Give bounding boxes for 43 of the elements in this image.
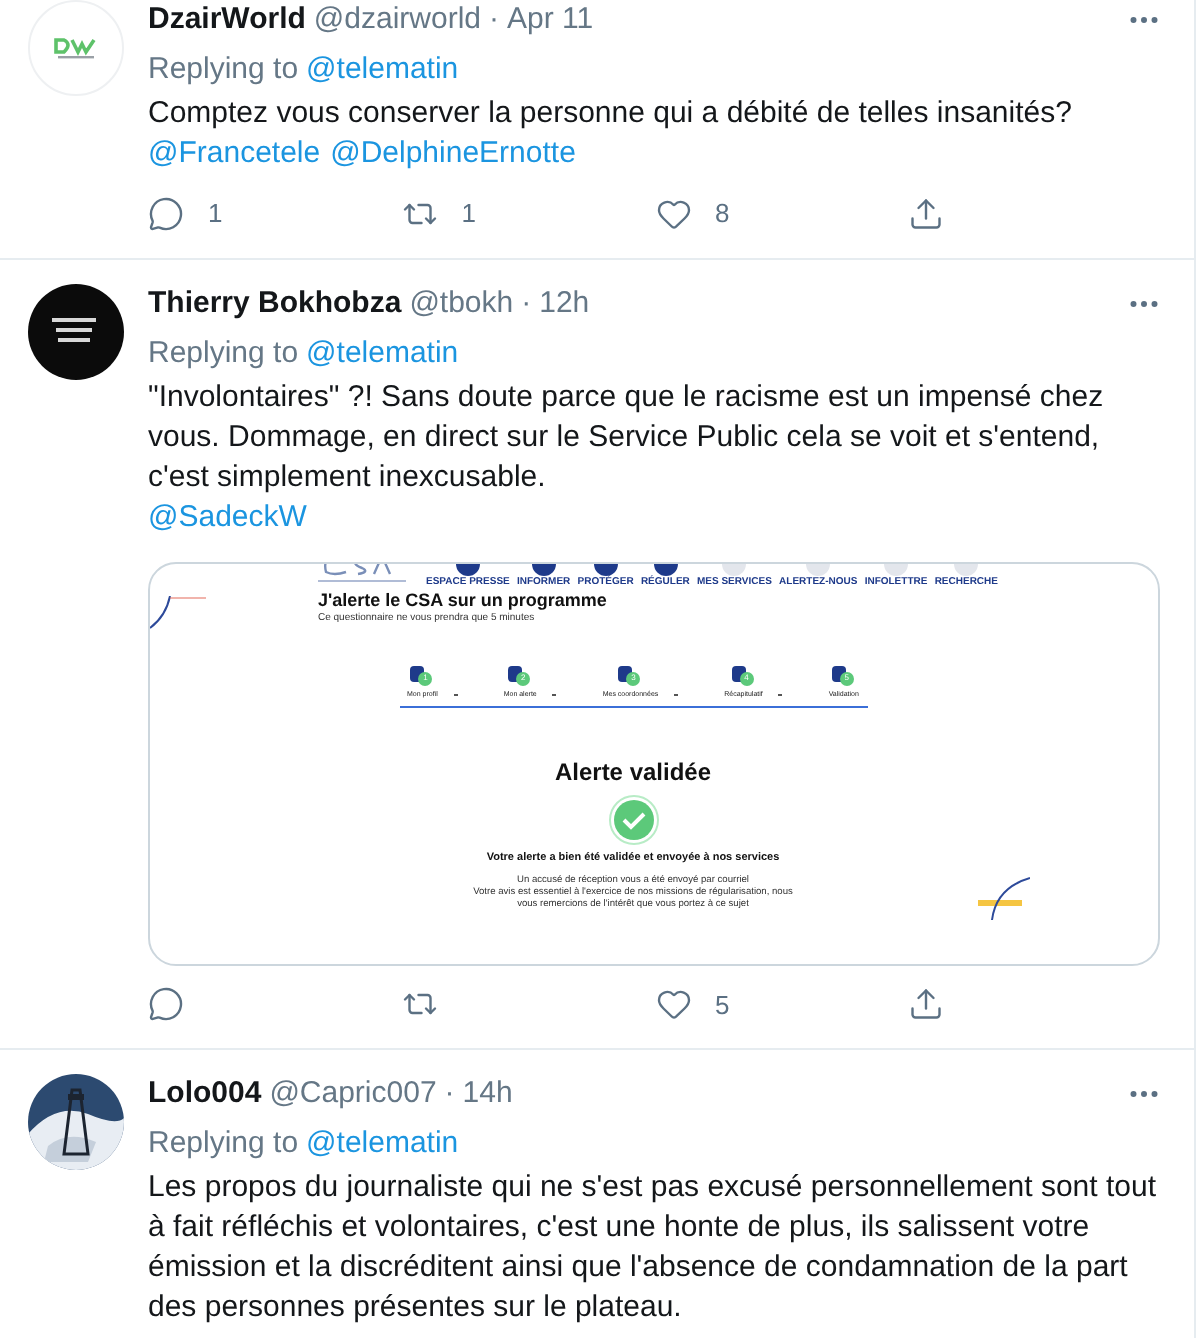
tweet-time[interactable]: Apr 11 [507, 0, 594, 40]
checkmark-icon [607, 793, 659, 845]
share-icon[interactable] [908, 195, 945, 232]
mention-link[interactable]: @telematin [306, 333, 459, 373]
share-icon[interactable] [908, 986, 945, 1023]
like-icon[interactable] [655, 195, 691, 232]
author-name[interactable]: Thierry Bokhobza [148, 283, 402, 323]
arc-decoration-icon [150, 595, 206, 631]
replying-label: Replying to [148, 1124, 299, 1164]
mention-link[interactable]: @SadeckW [148, 497, 307, 537]
action-count: 5 [715, 987, 730, 1023]
tweet-time[interactable]: 12h [539, 283, 590, 323]
author-handle[interactable]: @Capric007 [269, 1074, 437, 1114]
separator-dot: · [521, 283, 532, 323]
replying-label: Replying to [148, 50, 299, 90]
mention-link[interactable]: @telematin [306, 1124, 459, 1164]
confirmation-heading: Alerte validée [554, 757, 712, 785]
tweet-text: Comptez vous conserver la personne qui a débité de telles insanités? [148, 94, 1074, 134]
mention-link[interactable]: @telematin [306, 50, 459, 90]
author-handle[interactable]: @dzairworld [313, 0, 481, 40]
step-icon [831, 665, 846, 681]
tweet-time[interactable]: 14h [462, 1074, 513, 1114]
tweet-text: Les propos du journaliste qui ne s'est pas excusé personnellement sont tout à fait réfléchis et volontaires, c'est une honte de plus, ils salissent votre émission et la discréditent ainsi que l'absence de condamnation de la part des personnes présentes sur le plateau. [148, 1168, 1159, 1328]
author-name[interactable]: DzairWorld [148, 0, 306, 40]
replying-label: Replying to [148, 333, 299, 373]
author-handle[interactable]: @tbokh [409, 283, 514, 323]
arc-decoration-icon [978, 875, 1030, 919]
attached-screenshot[interactable] [148, 561, 1160, 965]
action-count: 8 [715, 196, 730, 232]
reply-icon[interactable] [148, 195, 184, 232]
separator-dot: · [489, 0, 499, 40]
author-name[interactable]: Lolo004 [148, 1074, 262, 1114]
reply-icon[interactable] [148, 986, 184, 1023]
mention-link[interactable]: @Francetele [148, 134, 321, 174]
step-icon [731, 665, 746, 681]
action-count: 1 [208, 196, 223, 232]
action-count: 1 [461, 196, 476, 232]
tweet-text: "Involontaires" ?! Sans doute parce que le racisme est un impensé chez vous. Dommage, en direct sur le Service Public cela se voit et s'entend, c'est simplement inexcusable. [148, 377, 1106, 497]
mention-link[interactable]: @DelphineErnotte [330, 134, 576, 174]
form-title: J'alerte le CSA sur un programme [318, 589, 609, 609]
logo-icon [318, 563, 406, 587]
like-icon[interactable] [655, 986, 691, 1023]
separator-dot: · [444, 1074, 455, 1114]
